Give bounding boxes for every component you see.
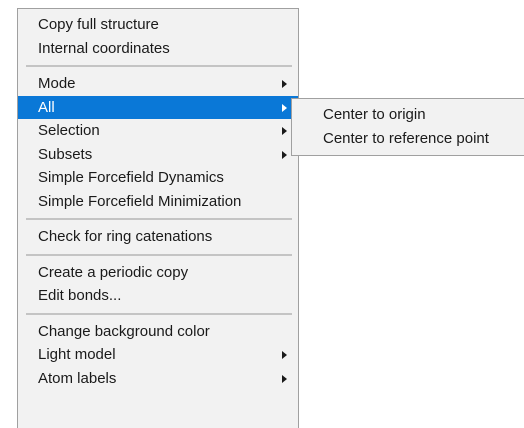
- menu-item-copy-full-structure[interactable]: Copy full structure: [18, 13, 298, 37]
- submenu-arrow-icon: [282, 127, 287, 135]
- submenu-all: Center to origin Center to reference poi…: [291, 98, 524, 156]
- menu-item-label: Create a periodic copy: [38, 263, 189, 281]
- menu-separator: [18, 60, 298, 72]
- menu-item-label: Subsets: [38, 145, 93, 163]
- menu-item-edit-bonds[interactable]: Edit bonds...: [18, 284, 298, 308]
- menu-item-simple-forcefield-dynamics[interactable]: Simple Forcefield Dynamics: [18, 166, 298, 190]
- menu-item-mode[interactable]: Mode: [18, 72, 298, 96]
- submenu-arrow-icon: [282, 374, 287, 383]
- menu-item-label: Copy full structure: [38, 16, 159, 33]
- submenu-arrow-icon: [282, 103, 287, 112]
- menu-item-label: Mode: [38, 75, 76, 92]
- menu-item-label: Edit bonds...: [38, 287, 122, 304]
- submenu-arrow-icon: [282, 150, 287, 159]
- menu-item-internal-coordinates[interactable]: Internal coordinates: [18, 37, 298, 61]
- menu-item-center-to-reference-point[interactable]: Center to reference point: [292, 127, 524, 151]
- menu-item-label: All: [38, 98, 55, 116]
- menu-item-label: Internal coordinates: [38, 39, 170, 57]
- submenu-arrow-icon: [282, 80, 287, 88]
- menu-item-label: Change background color: [38, 322, 210, 340]
- menu-item-create-periodic-copy[interactable]: Create a periodic copy: [18, 261, 298, 285]
- menu-item-center-to-origin[interactable]: Center to origin: [292, 103, 524, 127]
- menu-separator: [18, 249, 298, 261]
- menu-item-label: Selection: [38, 122, 100, 139]
- menu-item-label: Center to origin: [323, 106, 426, 123]
- menu-item-check-ring-catenations[interactable]: Check for ring catenations: [18, 225, 298, 249]
- menu-item-change-background-color[interactable]: Change background color: [18, 320, 298, 344]
- menu-item-label: Atom labels: [38, 369, 117, 387]
- submenu-arrow-icon: [282, 351, 287, 359]
- menu-item-all[interactable]: All: [18, 95, 298, 119]
- menu-item-atom-labels[interactable]: Atom labels: [18, 367, 298, 391]
- menu-item-label: Light model: [38, 346, 116, 363]
- menu-item-label: Check for ring catenations: [38, 228, 213, 245]
- menu-item-label: Simple Forcefield Minimization: [38, 192, 242, 210]
- menu-separator: [18, 213, 298, 225]
- menu-item-label: Simple Forcefield Dynamics: [38, 169, 224, 186]
- menu-item-label: Center to reference point: [323, 129, 489, 147]
- context-menu: Copy full structure Internal coordinates…: [17, 8, 299, 428]
- menu-item-simple-forcefield-minimization[interactable]: Simple Forcefield Minimization: [18, 190, 298, 214]
- menu-separator: [18, 308, 298, 320]
- menu-item-subsets[interactable]: Subsets: [18, 143, 298, 167]
- menu-item-selection[interactable]: Selection: [18, 119, 298, 143]
- menu-item-light-model[interactable]: Light model: [18, 343, 298, 367]
